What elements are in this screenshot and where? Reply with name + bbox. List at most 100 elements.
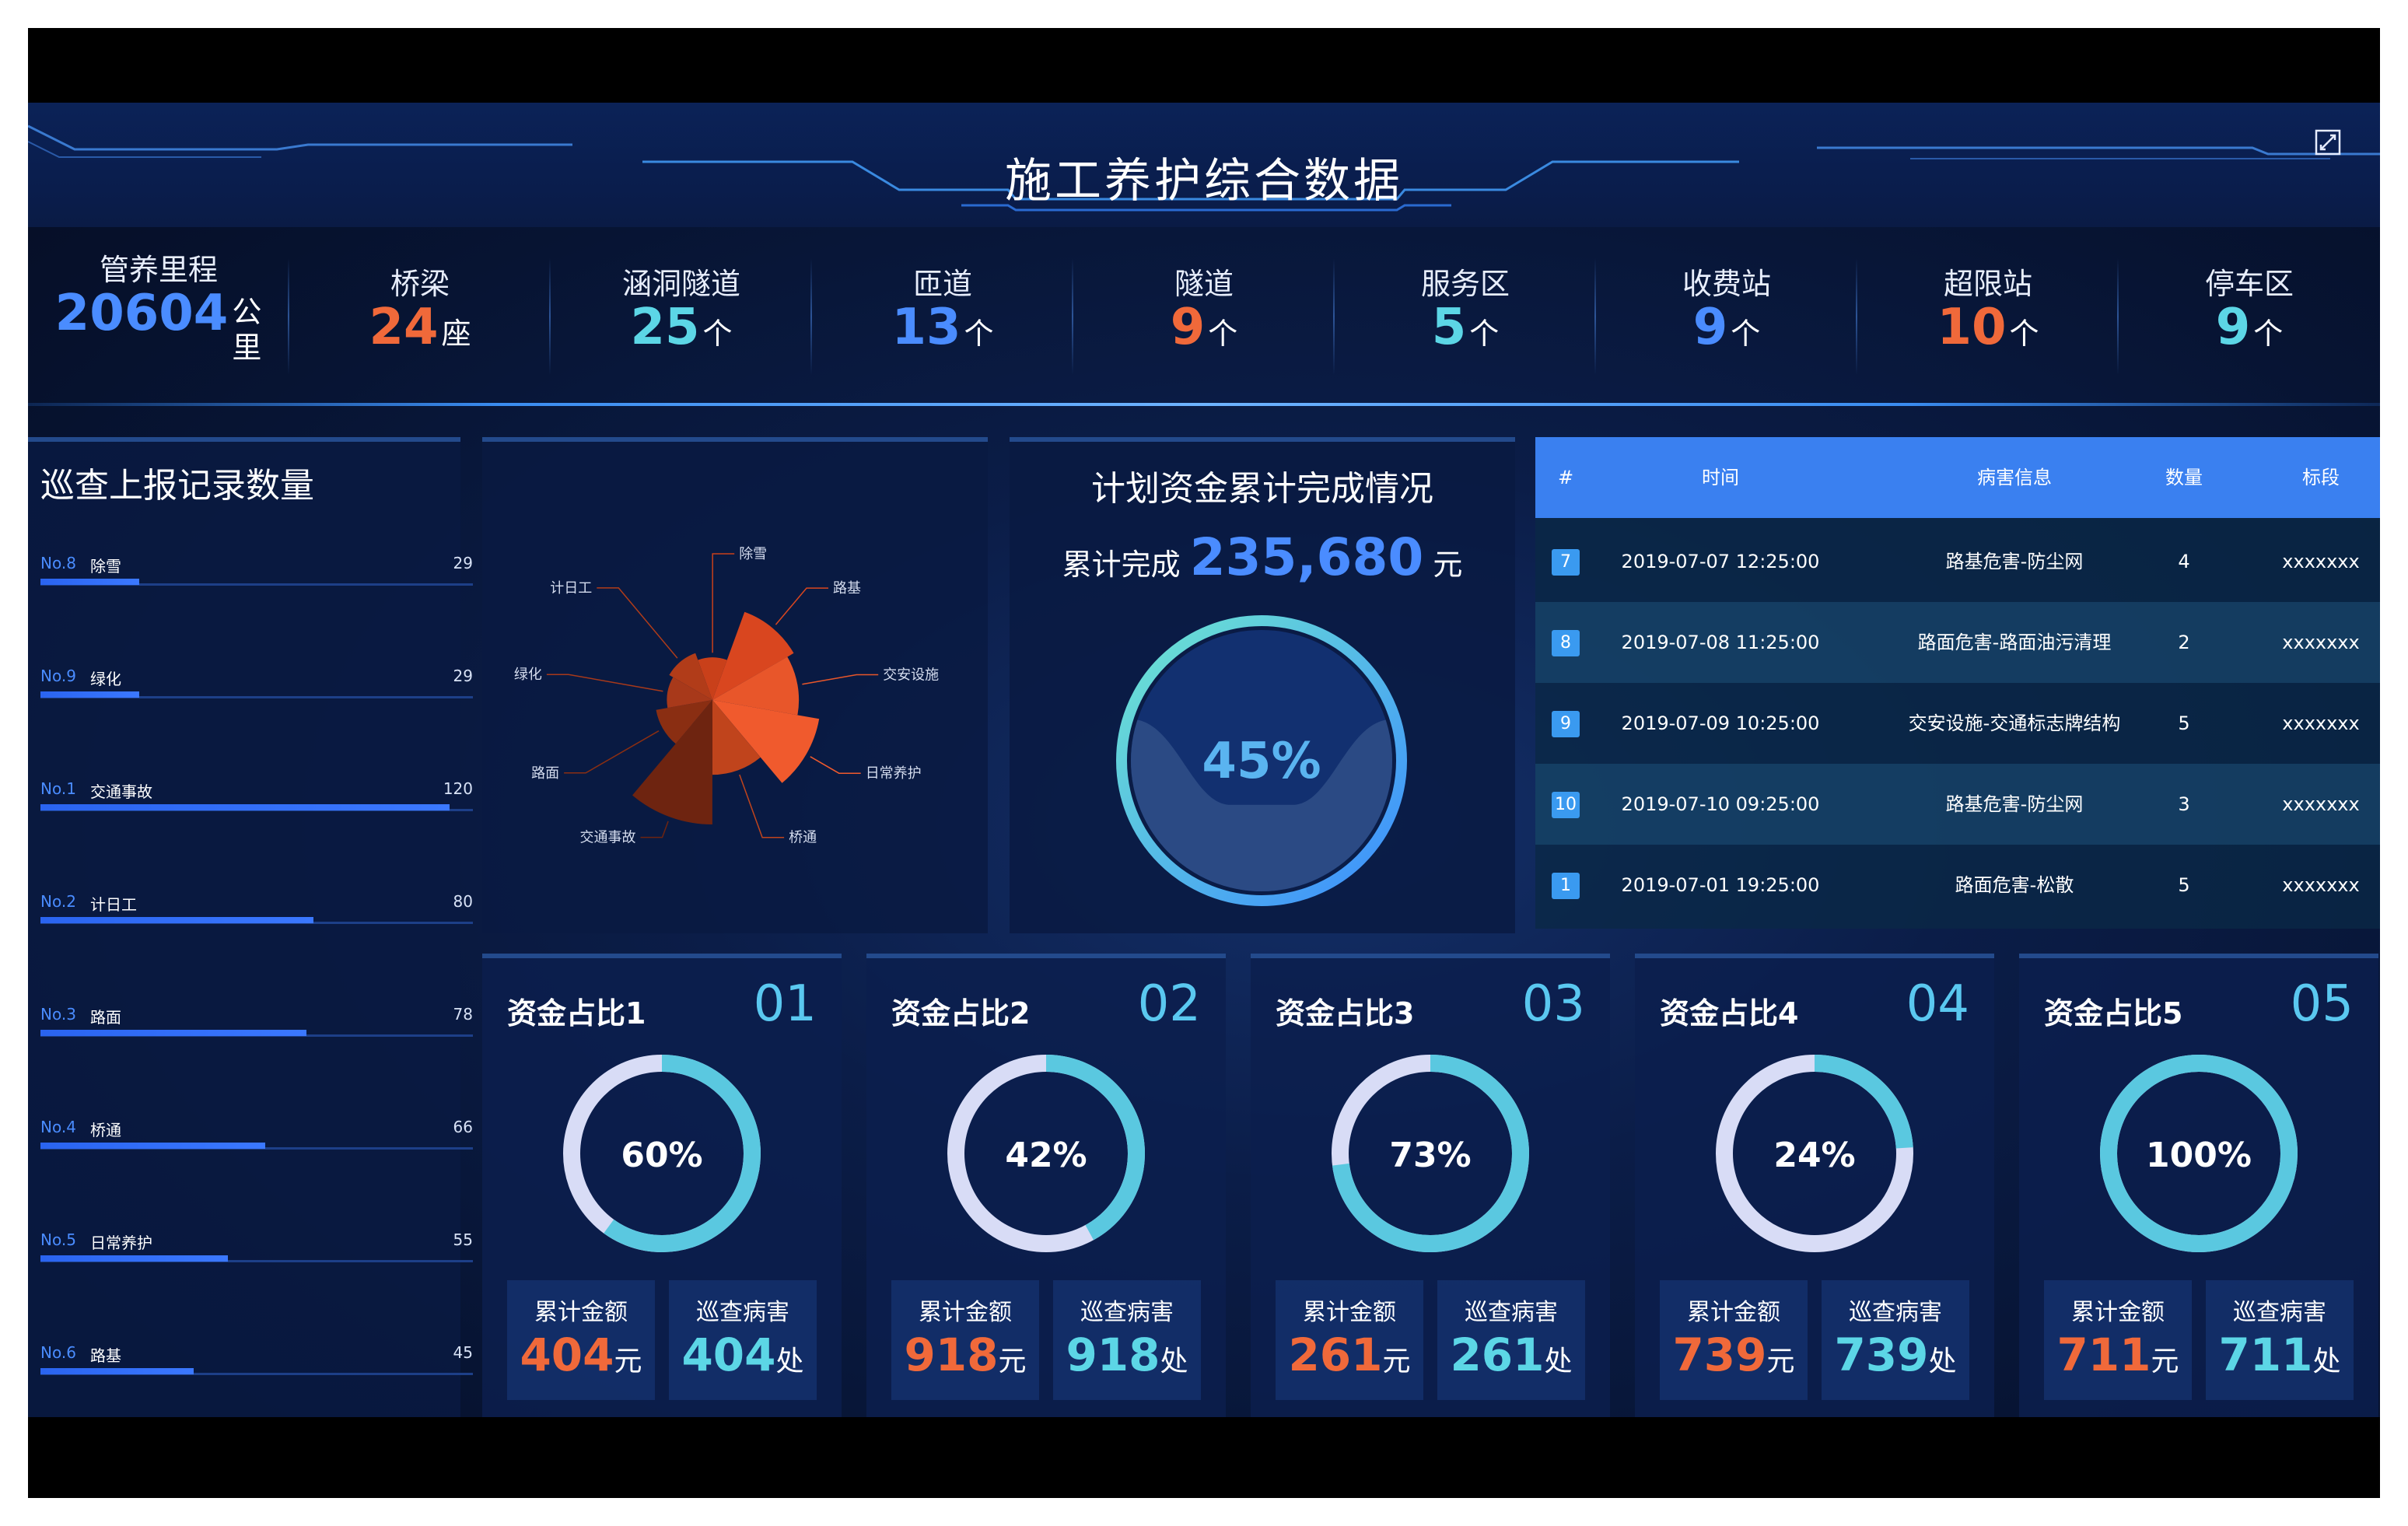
stat-number: 5 [1431,299,1467,356]
stat-unit: 个 [964,317,994,351]
fund-card-title: 资金占比3 [1276,996,1415,1031]
amount-unit: 元 [1382,1346,1411,1377]
rank-name: 绿化 [90,670,121,688]
amount-unit: 元 [614,1346,642,1377]
rose-label-line [802,674,879,685]
amount-box: 累计金额 711元 [2044,1280,2192,1400]
rose-label: 计日工 [550,580,592,597]
stat-value: 24 座 [289,299,551,356]
cell-section: xxxxxxx [2282,712,2360,734]
cell-section: xxxxxxx [2282,793,2360,815]
amount-value: 404元 [507,1328,655,1381]
rank-value: 80 [453,892,473,911]
stat-label: 超限站 [1943,267,2032,301]
amount-box: 累计金额 404元 [507,1280,655,1400]
rose-label: 绿化 [514,667,542,683]
fund-card-number: 03 [1521,975,1585,1033]
stat-unit: 个 [1731,317,1761,351]
stats-row: 管养里程 20604公里 桥梁 24座 涵洞隧道 25个 匝道 13个 [28,227,2380,409]
rank-number: No.1 [40,779,76,798]
amount-label: 累计金额 [919,1299,1012,1326]
cell-info: 路面危害-路面油污清理 [1917,632,2112,653]
stat-number: 13 [891,299,961,356]
damage-box: 巡查病害 711处 [2206,1280,2354,1400]
stat-label: 停车区 [2204,267,2294,301]
rose-label: 桥通 [789,830,817,846]
stat-tunnel: 隧道 9个 [1073,227,1335,409]
funding-panel: 计划资金累计完成情况 累计完成 235,680 元 45% [1010,437,1515,933]
ring-percent: 42% [1005,1136,1087,1175]
rose-label-line [597,587,678,659]
rose-label: 交通事故 [580,830,636,846]
cell-time: 2019-07-07 12:25:00 [1621,551,1820,572]
stat-unit: 座 [441,317,471,351]
cell-time: 2019-07-09 10:25:00 [1621,712,1820,734]
rank-bar [40,1368,194,1374]
stat-value: 5个 [1335,299,1596,356]
damage-number: 261 [1450,1328,1545,1381]
amount-label: 累计金额 [534,1299,628,1326]
stat-number: 9 [1170,299,1206,356]
damage-value: 918处 [1053,1328,1201,1381]
damage-unit: 处 [1928,1346,1957,1377]
damage-number: 711 [2218,1328,2313,1381]
stat-unit: 个 [1469,317,1500,351]
amount-box: 累计金额 918元 [891,1280,1039,1400]
patrol-panel: 巡查上报记录数量 No.8 除雪 29 No.9 绿化 29 No.1 交通事故 120 No.2… [28,437,473,1417]
damage-label: 巡查病害 [696,1299,789,1326]
rank-value: 55 [453,1230,473,1249]
stat-label: 管养里程 [99,253,218,287]
cell-info: 路面危害-松散 [1955,874,2074,896]
cell-time: 2019-07-08 11:25:00 [1621,632,1820,653]
rose-label: 路面 [531,765,559,782]
damage-unit: 处 [1544,1346,1573,1377]
table-row[interactable]: 7 2019-07-07 12:25:00 路基危害-防尘网 4 xxxxxxx [1535,521,2380,602]
rank-name: 计日工 [90,895,137,914]
patrol-list-item: No.1 交通事故 120 [40,779,473,826]
rank-number: No.3 [40,1005,76,1024]
stat-label: 隧道 [1174,267,1234,301]
cell-section: xxxxxxx [2282,874,2360,896]
damage-value: 404处 [669,1328,817,1381]
rank-bar [40,1255,229,1262]
amount-number: 918 [904,1328,999,1381]
damage-number: 918 [1066,1328,1160,1381]
rank-bar [40,579,140,585]
rank-name: 日常养护 [90,1234,152,1252]
table-row[interactable]: 1 2019-07-01 19:25:00 路面危害-松散 5 xxxxxxx [1535,845,2380,926]
damage-value: 261处 [1437,1328,1585,1381]
cell-section: xxxxxxx [2282,632,2360,653]
fund-card: 资金占比2 02 42% 累计金额 918元 巡查病害 918处 [866,954,1226,1417]
stat-label: 涵洞隧道 [621,267,740,301]
damage-number: 739 [1834,1328,1929,1381]
fullscreen-icon[interactable] [2315,129,2341,156]
rank-value: 29 [453,554,473,572]
stat-number: 25 [630,299,700,356]
table-row[interactable]: 8 2019-07-08 11:25:00 路面危害-路面油污清理 2 xxxxxxx [1535,602,2380,683]
fund-card-ring: 100% [2100,1055,2298,1252]
rose-label-line [640,821,669,838]
fund-card-ring: 24% [1716,1055,1913,1252]
column-header-info: 病害信息 [1977,467,2052,488]
patrol-list-item: No.8 除雪 29 [40,554,473,600]
damage-label: 巡查病害 [2233,1299,2326,1326]
stat-label: 服务区 [1420,267,1510,301]
rose-label-line [810,756,861,774]
table-row[interactable]: 9 2019-07-09 10:25:00 交安设施-交通标志牌结构 5 xxxxxxx [1535,683,2380,764]
ring-percent: 100% [2146,1136,2252,1175]
damage-value: 711处 [2206,1328,2354,1381]
fund-card: 资金占比4 04 24% 累计金额 739元 巡查病害 739处 [1635,954,1994,1417]
stat-unit: 个 [1208,317,1238,351]
table-row[interactable]: 10 2019-07-10 09:25:00 路基危害-防尘网 3 xxxxxxx [1535,764,2380,845]
page-title: 施工养护综合数据 [1005,154,1403,208]
rank-number: No.2 [40,892,76,911]
damage-label: 巡查病害 [1849,1299,1942,1326]
damage-box: 巡查病害 404处 [669,1280,817,1400]
column-header-count: 数量 [2165,467,2203,488]
rank-value: 66 [453,1118,473,1136]
fund-card-title: 资金占比5 [2044,996,2183,1031]
rank-name: 桥通 [90,1121,121,1139]
fund-card-number: 02 [1137,975,1201,1033]
fund-card: 资金占比3 03 73% 累计金额 261元 巡查病害 261处 [1251,954,1610,1417]
fund-card-title: 资金占比1 [507,996,646,1031]
